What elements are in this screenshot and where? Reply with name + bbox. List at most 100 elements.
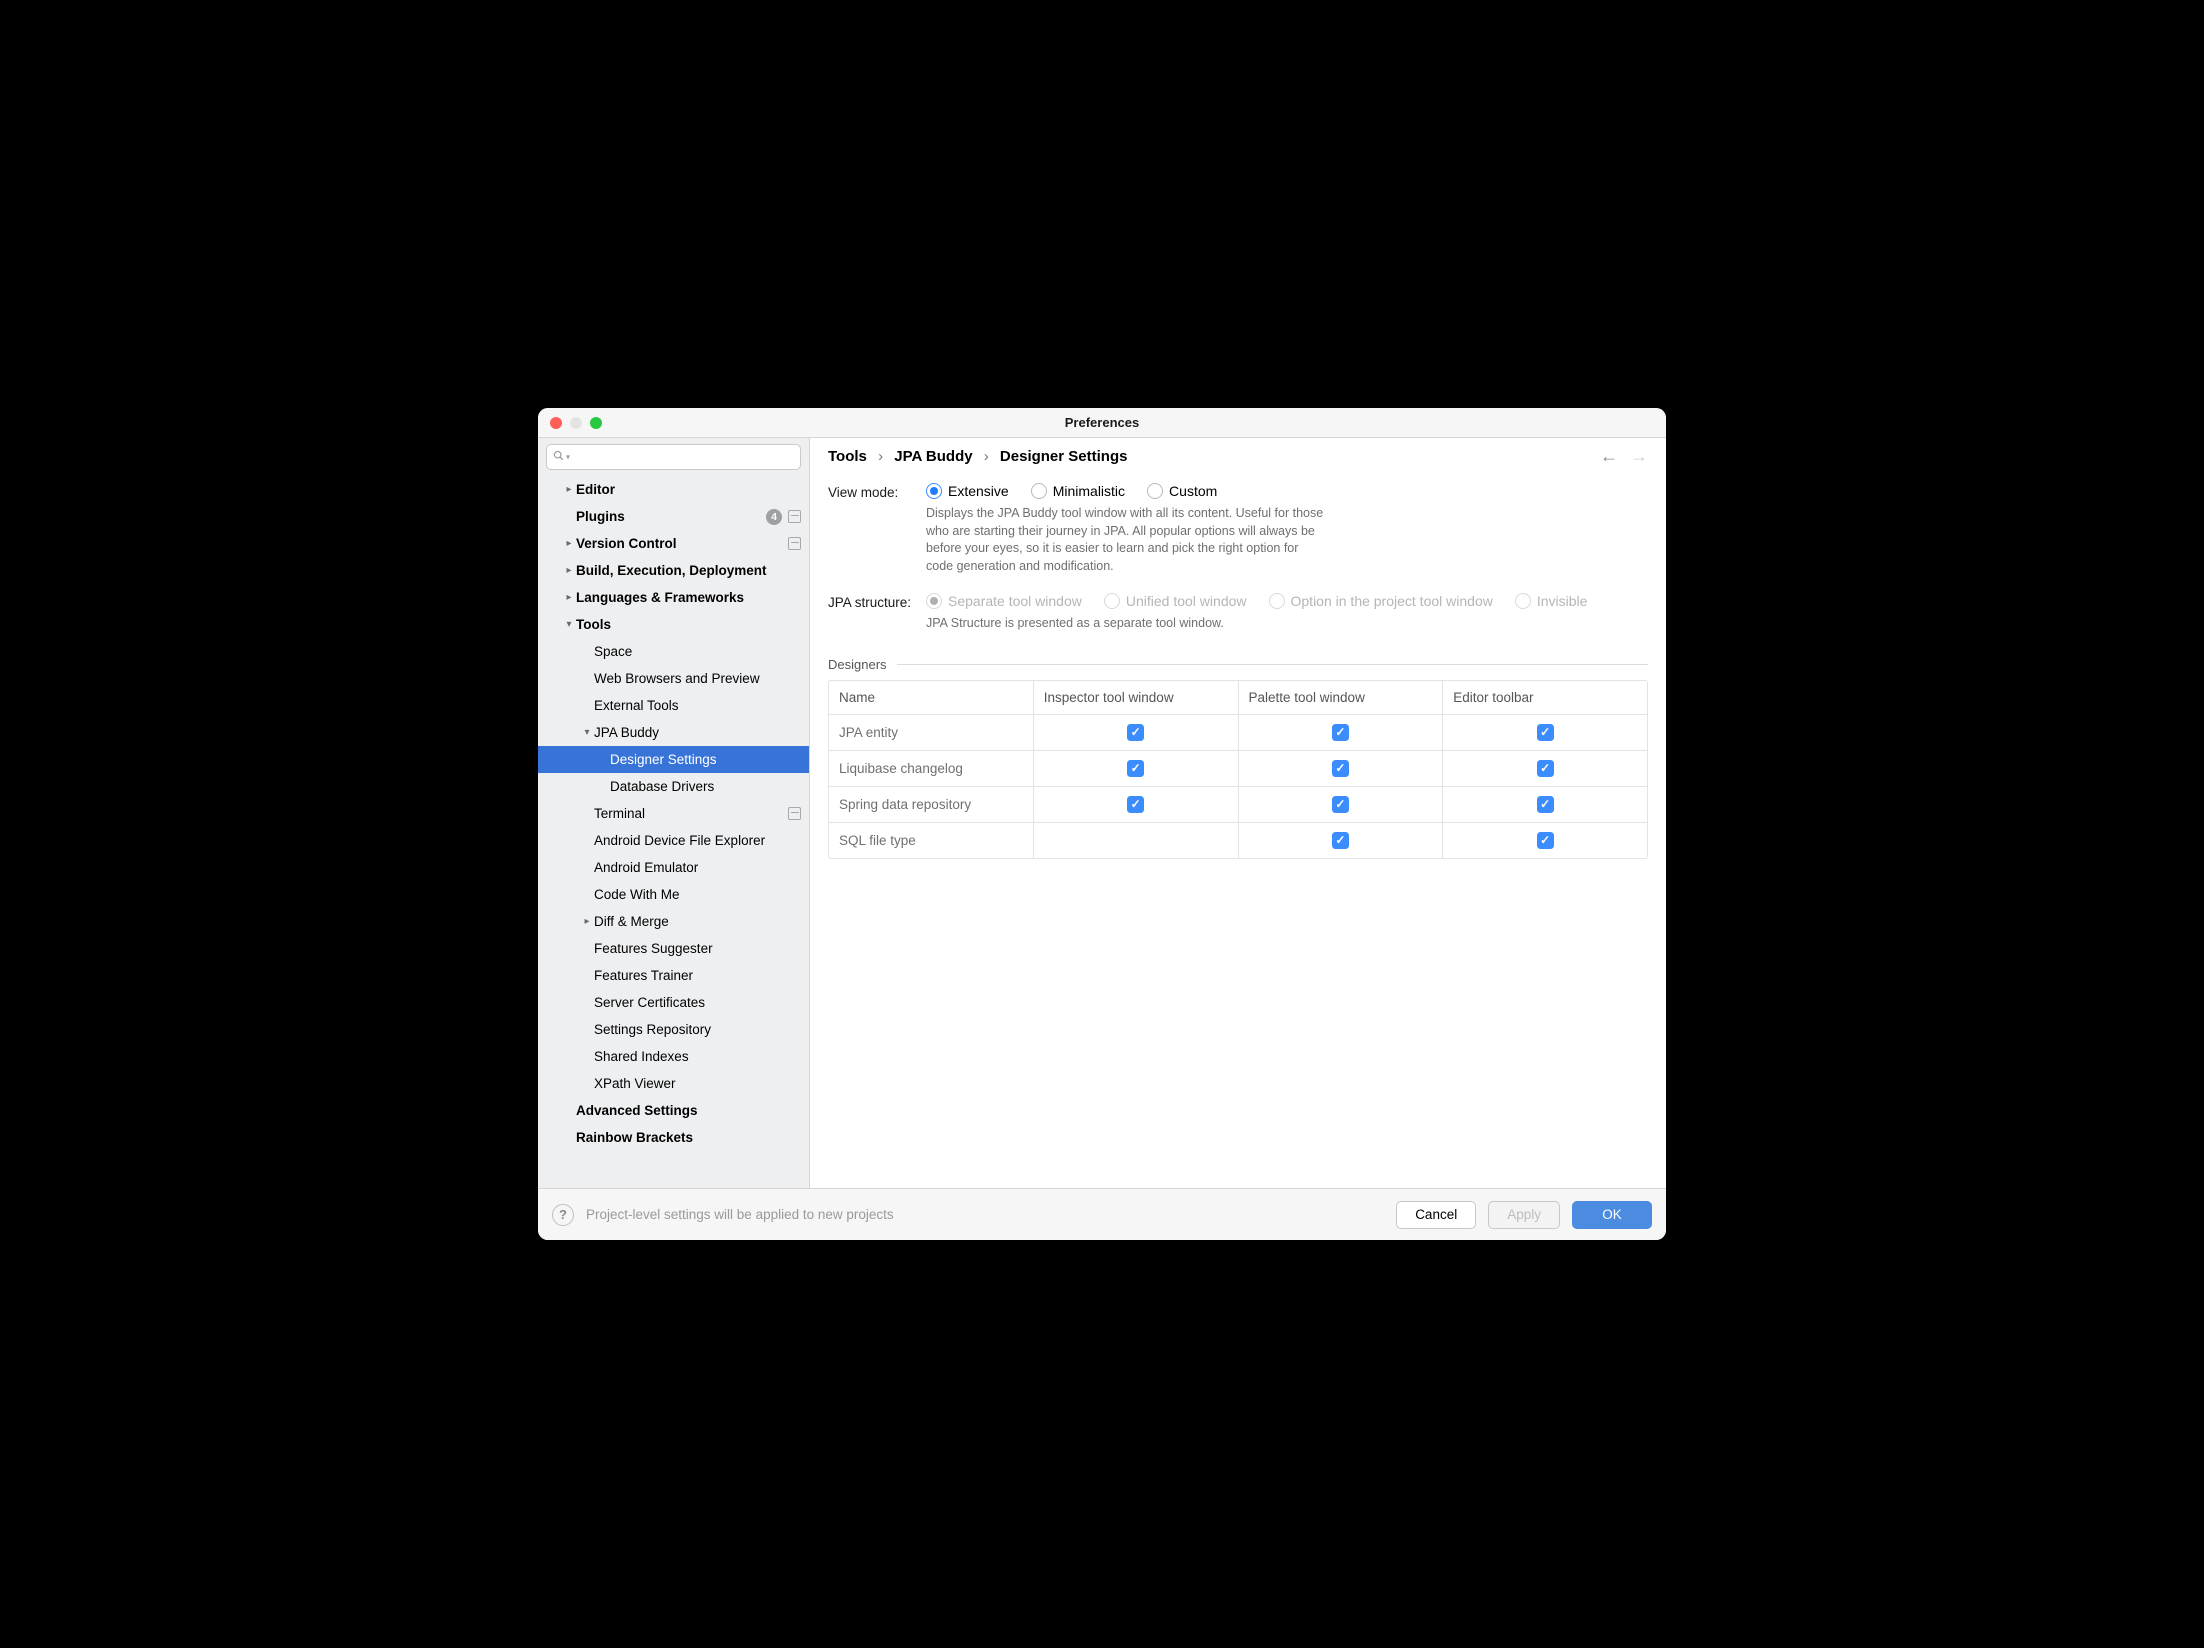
checkbox-cell[interactable]: ✓	[1034, 787, 1239, 823]
checkbox-cell[interactable]: ✓	[1443, 787, 1647, 823]
sidebar-item-xpath-viewer[interactable]: XPath Viewer	[538, 1070, 809, 1097]
checkbox-cell[interactable]: ✓	[1443, 751, 1647, 787]
sidebar-item-space[interactable]: Space	[538, 638, 809, 665]
chevron-right-icon[interactable]: ▸	[562, 484, 576, 495]
sidebar-item-features-trainer[interactable]: Features Trainer	[538, 962, 809, 989]
checkbox-cell[interactable]: ✓	[1239, 715, 1444, 751]
preferences-window: Preferences ▾ ▸EditorPlugins4▸Version Co…	[538, 408, 1666, 1240]
table-row: Spring data repository✓✓✓	[829, 787, 1647, 823]
minimize-icon[interactable]	[570, 417, 582, 429]
sidebar-item-database-drivers[interactable]: Database Drivers	[538, 773, 809, 800]
sidebar-item-label: Web Browsers and Preview	[594, 671, 801, 686]
apply-button: Apply	[1488, 1201, 1560, 1229]
table-row: SQL file type ✓ ✓	[829, 823, 1647, 858]
checkbox-checked-icon: ✓	[1332, 760, 1349, 777]
sidebar-item-label: Advanced Settings	[576, 1103, 801, 1118]
sidebar-item-web-browsers-and-preview[interactable]: Web Browsers and Preview	[538, 665, 809, 692]
help-icon[interactable]: ?	[552, 1204, 574, 1226]
jpa-structure-helper: JPA Structure is presented as a separate…	[926, 615, 1326, 633]
radio-icon	[1515, 593, 1531, 609]
sidebar-item-label: Shared Indexes	[594, 1049, 801, 1064]
chevron-down-icon[interactable]: ▾	[580, 727, 594, 738]
chevron-right-icon: ›	[878, 448, 883, 465]
sidebar-item-label: Languages & Frameworks	[576, 590, 801, 605]
sidebar-item-label: XPath Viewer	[594, 1076, 801, 1091]
sidebar-item-label: Diff & Merge	[594, 914, 801, 929]
radio-label: Extensive	[948, 483, 1009, 499]
cancel-button[interactable]: Cancel	[1396, 1201, 1476, 1229]
view-mode-option-extensive[interactable]: Extensive	[926, 483, 1009, 499]
view-mode-helper: Displays the JPA Buddy tool window with …	[926, 505, 1326, 575]
sidebar-item-android-device-file-explorer[interactable]: Android Device File Explorer	[538, 827, 809, 854]
crumb-1[interactable]: JPA Buddy	[894, 448, 972, 465]
zoom-icon[interactable]	[590, 417, 602, 429]
view-mode-radios: Extensive Minimalistic Custom	[926, 483, 1648, 499]
sidebar-item-android-emulator[interactable]: Android Emulator	[538, 854, 809, 881]
designers-table: NameInspector tool windowPalette tool wi…	[828, 680, 1648, 859]
settings-tree: ▸EditorPlugins4▸Version Control▸Build, E…	[538, 476, 809, 1188]
sidebar-item-rainbow-brackets[interactable]: Rainbow Brackets	[538, 1124, 809, 1151]
sidebar-item-code-with-me[interactable]: Code With Me	[538, 881, 809, 908]
sidebar-item-label: Rainbow Brackets	[576, 1130, 801, 1145]
ok-button[interactable]: OK	[1572, 1201, 1652, 1229]
checkbox-checked-icon: ✓	[1537, 832, 1554, 849]
checkbox-cell[interactable]: ✓	[1443, 823, 1647, 858]
table-header: Editor toolbar	[1443, 681, 1647, 715]
designers-section-header: Designers	[828, 657, 1648, 672]
crumb-0[interactable]: Tools	[828, 448, 867, 465]
sidebar-item-label: Designer Settings	[610, 752, 801, 767]
sidebar-item-tools[interactable]: ▾Tools	[538, 611, 809, 638]
project-scope-icon	[788, 510, 801, 523]
sidebar-item-label: Plugins	[576, 509, 766, 524]
sidebar-item-jpa-buddy[interactable]: ▾JPA Buddy	[538, 719, 809, 746]
checkbox-checked-icon: ✓	[1127, 760, 1144, 777]
checkbox-cell[interactable]: ✓	[1034, 715, 1239, 751]
chevron-right-icon[interactable]: ▸	[580, 916, 594, 927]
close-icon[interactable]	[550, 417, 562, 429]
sidebar-item-diff-merge[interactable]: ▸Diff & Merge	[538, 908, 809, 935]
jpa-structure-option-separate-tool-window: Separate tool window	[926, 593, 1082, 609]
checkbox-checked-icon: ✓	[1332, 832, 1349, 849]
sidebar-item-build-execution-deployment[interactable]: ▸Build, Execution, Deployment	[538, 557, 809, 584]
checkbox-cell[interactable]	[1034, 823, 1239, 858]
chevron-right-icon[interactable]: ▸	[562, 592, 576, 603]
sidebar-item-label: Android Emulator	[594, 860, 801, 875]
chevron-right-icon[interactable]: ▸	[562, 565, 576, 576]
checkbox-cell[interactable]: ✓	[1239, 823, 1444, 858]
checkbox-cell[interactable]: ✓	[1443, 715, 1647, 751]
checkbox-checked-icon: ✓	[1537, 760, 1554, 777]
designer-name: JPA entity	[829, 715, 1034, 751]
sidebar-item-terminal[interactable]: Terminal	[538, 800, 809, 827]
sidebar-item-external-tools[interactable]: External Tools	[538, 692, 809, 719]
breadcrumb: Tools › JPA Buddy › Designer Settings	[828, 448, 1127, 465]
crumb-2: Designer Settings	[1000, 448, 1128, 465]
sidebar-item-settings-repository[interactable]: Settings Repository	[538, 1016, 809, 1043]
section-divider	[897, 664, 1648, 665]
search-input[interactable]	[546, 444, 801, 470]
chevron-right-icon[interactable]: ▸	[562, 538, 576, 549]
sidebar-item-label: Settings Repository	[594, 1022, 801, 1037]
badge: 4	[766, 509, 782, 525]
sidebar-item-label: Tools	[576, 617, 801, 632]
sidebar-item-editor[interactable]: ▸Editor	[538, 476, 809, 503]
sidebar-item-version-control[interactable]: ▸Version Control	[538, 530, 809, 557]
table-header: Inspector tool window	[1034, 681, 1239, 715]
checkbox-checked-icon: ✓	[1127, 724, 1144, 741]
radio-icon	[1147, 483, 1163, 499]
sidebar-item-designer-settings[interactable]: Designer Settings	[538, 746, 809, 773]
view-mode-option-minimalistic[interactable]: Minimalistic	[1031, 483, 1125, 499]
sidebar-item-languages-frameworks[interactable]: ▸Languages & Frameworks	[538, 584, 809, 611]
designer-name: SQL file type	[829, 823, 1034, 858]
sidebar-item-server-certificates[interactable]: Server Certificates	[538, 989, 809, 1016]
radio-icon	[926, 483, 942, 499]
checkbox-cell[interactable]: ✓	[1239, 751, 1444, 787]
checkbox-cell[interactable]: ✓	[1034, 751, 1239, 787]
sidebar-item-advanced-settings[interactable]: Advanced Settings	[538, 1097, 809, 1124]
back-icon[interactable]: ←	[1600, 446, 1618, 467]
sidebar-item-plugins[interactable]: Plugins4	[538, 503, 809, 530]
view-mode-option-custom[interactable]: Custom	[1147, 483, 1217, 499]
sidebar-item-shared-indexes[interactable]: Shared Indexes	[538, 1043, 809, 1070]
checkbox-cell[interactable]: ✓	[1239, 787, 1444, 823]
sidebar-item-features-suggester[interactable]: Features Suggester	[538, 935, 809, 962]
chevron-down-icon[interactable]: ▾	[562, 619, 576, 630]
